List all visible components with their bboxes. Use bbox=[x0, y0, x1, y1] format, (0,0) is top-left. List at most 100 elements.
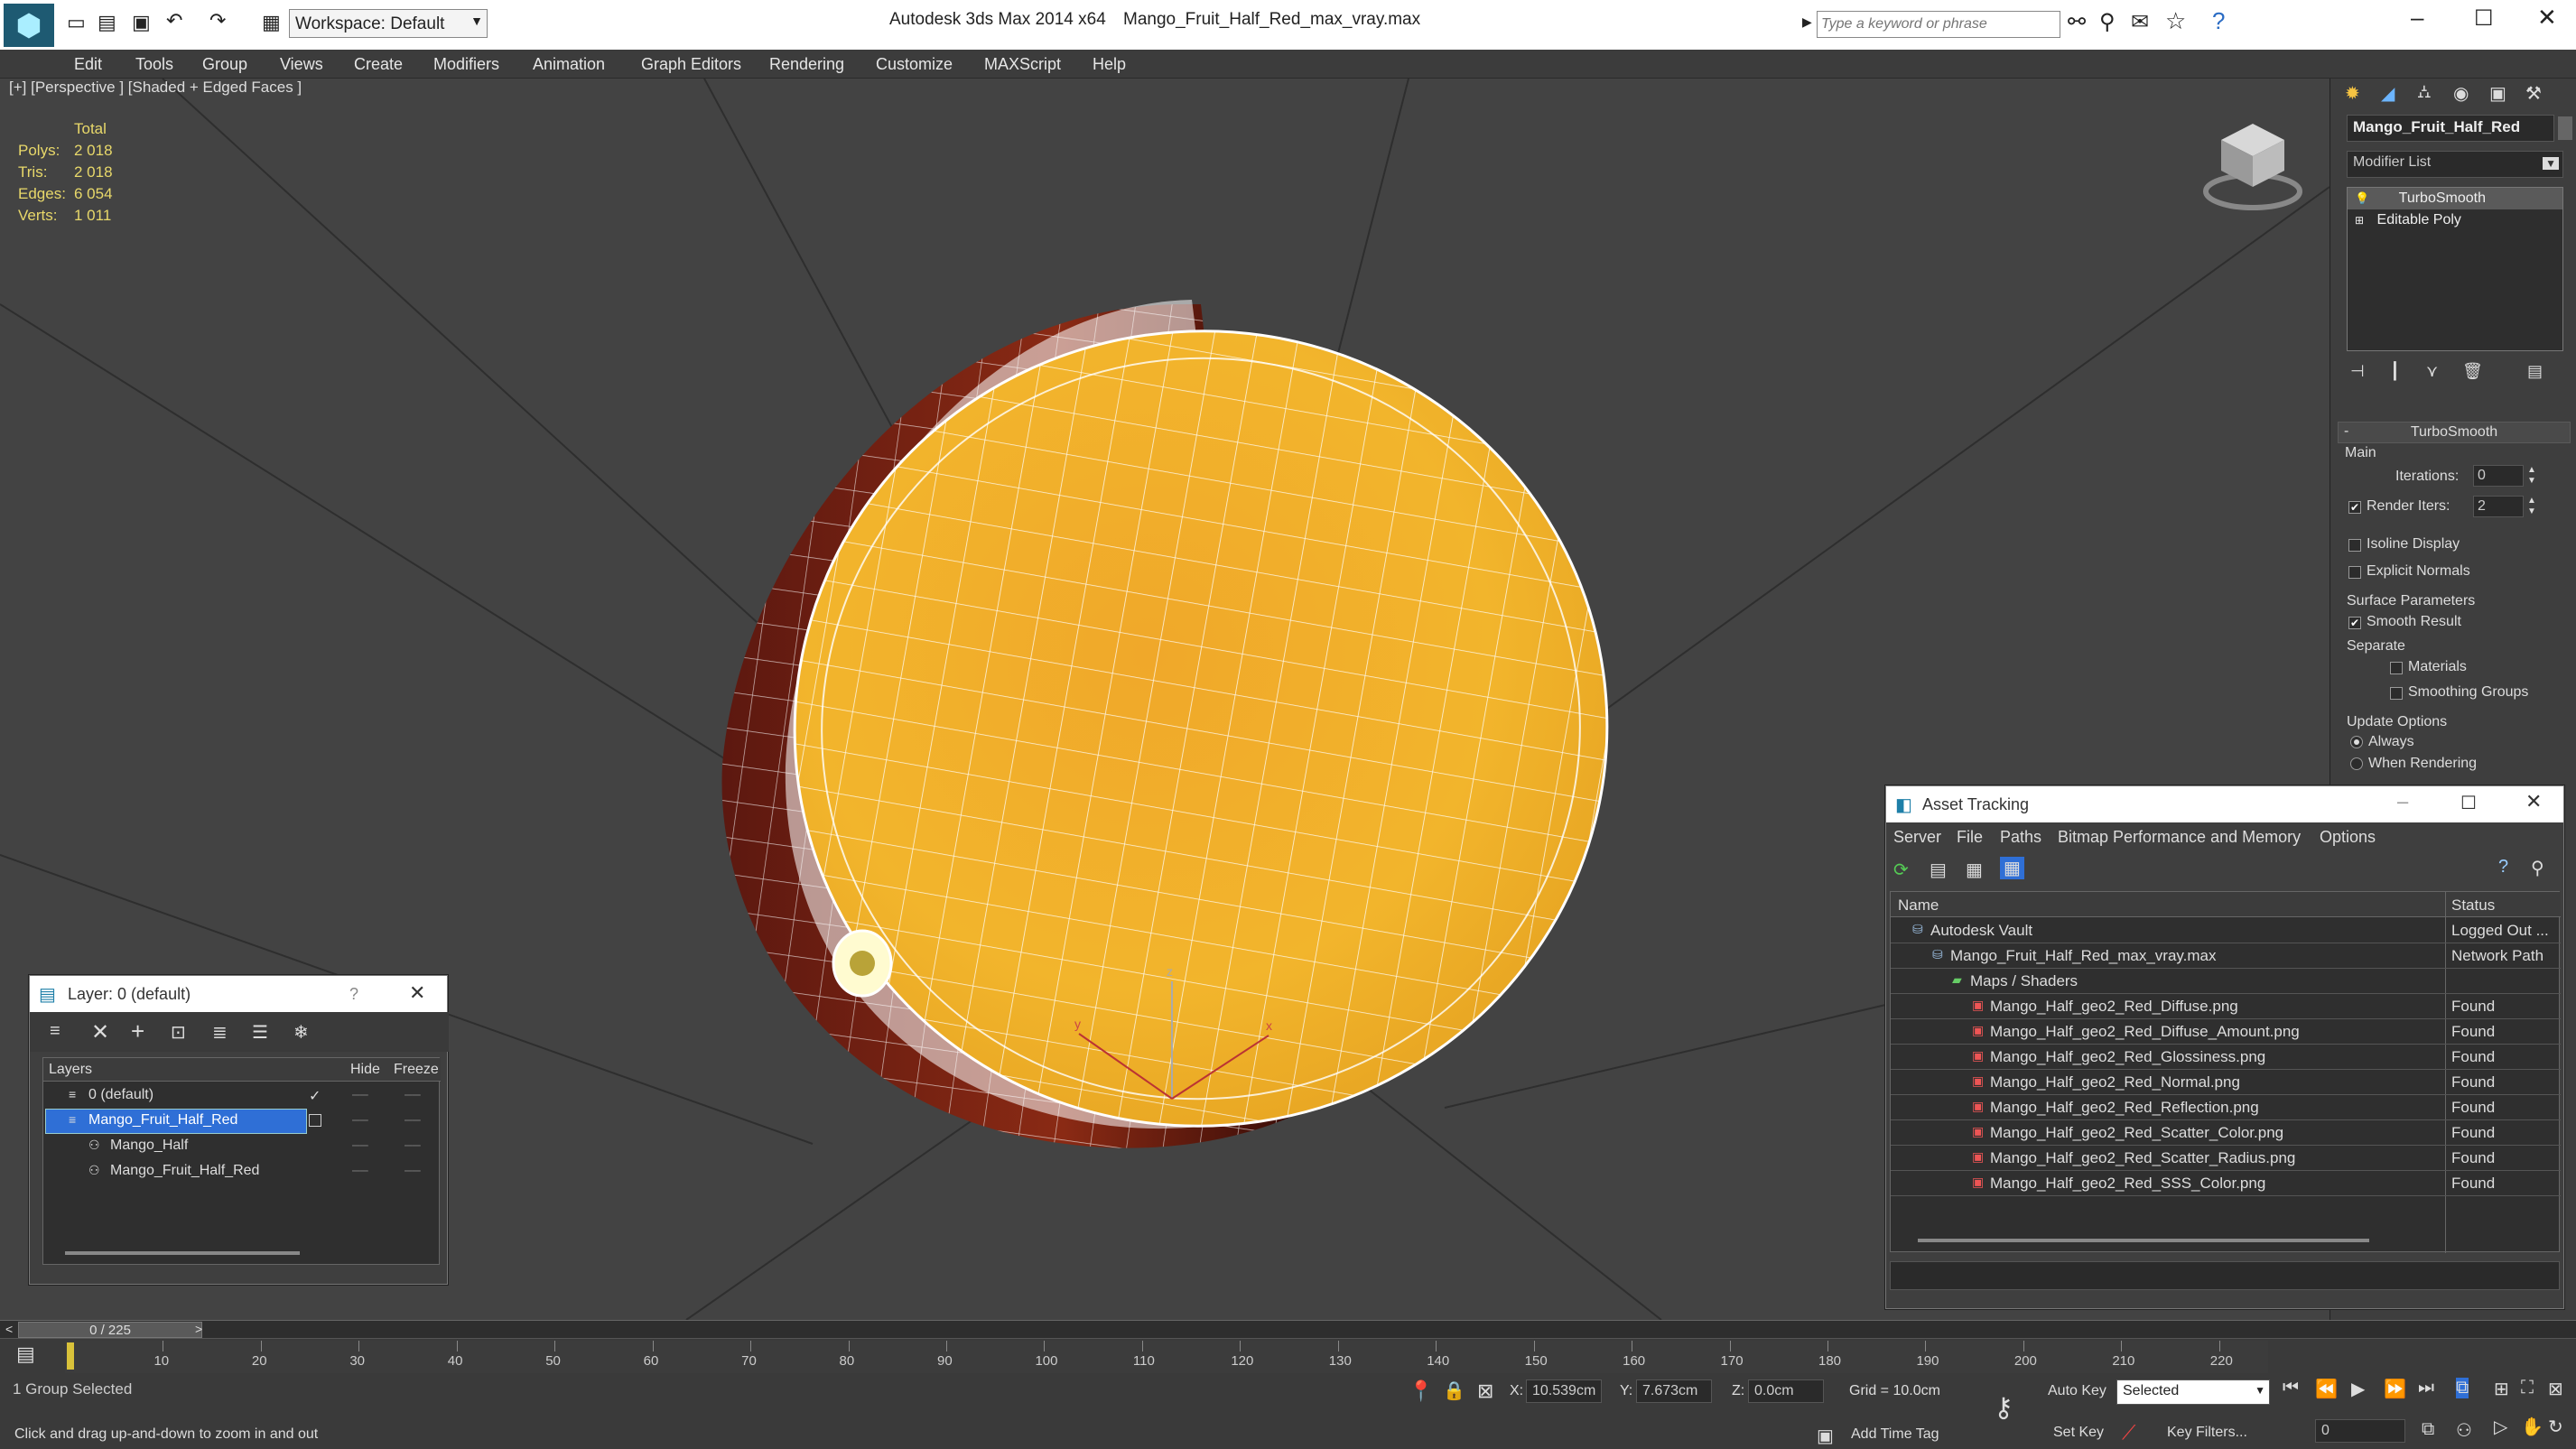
go-to-start-icon[interactable]: ⏮ bbox=[2283, 1378, 2299, 1398]
undo-icon[interactable]: ↶ bbox=[166, 9, 182, 33]
menu-animation[interactable]: Animation bbox=[533, 55, 605, 74]
project-icon[interactable]: ▦ bbox=[262, 11, 281, 34]
z-coordinate-field[interactable]: 0.0cm bbox=[1748, 1379, 1824, 1403]
show-end-result-icon[interactable]: ┃ bbox=[2390, 362, 2400, 381]
freeze-toggle[interactable]: –– bbox=[405, 1163, 421, 1179]
asset-row[interactable]: ▣ Mango_Half_geo2_Red_Normal.png Found bbox=[1891, 1070, 2561, 1095]
menu-views[interactable]: Views bbox=[280, 55, 323, 74]
render-iters-checkbox[interactable]: ✔ bbox=[2348, 501, 2361, 514]
delete-layer-icon[interactable]: ✕ bbox=[91, 1019, 109, 1045]
configure-sets-icon[interactable]: ▤ bbox=[2527, 362, 2543, 381]
key-mode-icon[interactable]: ⧉ bbox=[2456, 1378, 2469, 1398]
auto-key-button[interactable]: Auto Key bbox=[2048, 1383, 2106, 1399]
search-input[interactable] bbox=[1817, 11, 2060, 38]
col-hide[interactable]: Hide bbox=[350, 1062, 380, 1078]
asset-menu-file[interactable]: File bbox=[1957, 828, 1983, 847]
walk-through-icon[interactable]: ⚇ bbox=[2456, 1419, 2472, 1442]
current-layer-checkbox[interactable] bbox=[309, 1114, 321, 1127]
minimize-icon[interactable]: – bbox=[2411, 4, 2423, 32]
smoothing-groups-checkbox[interactable] bbox=[2390, 687, 2403, 700]
hierarchy-tab-icon[interactable]: ⛼ bbox=[2417, 82, 2432, 105]
play-icon[interactable]: ▶ bbox=[2351, 1378, 2365, 1400]
menu-customize[interactable]: Customize bbox=[876, 55, 953, 74]
isolate-icon[interactable]: 📍 bbox=[1409, 1379, 1433, 1403]
asset-row[interactable]: ▰ Maps / Shaders bbox=[1891, 969, 2561, 994]
set-key-button[interactable]: Set Key bbox=[2053, 1425, 2104, 1441]
absolute-mode-icon[interactable]: ⊠ bbox=[1477, 1379, 1493, 1403]
menu-help[interactable]: Help bbox=[1093, 55, 1126, 74]
col-layers[interactable]: Layers bbox=[49, 1062, 92, 1078]
expand-icon[interactable]: ⊞ bbox=[2355, 214, 2364, 227]
add-time-tag-button[interactable]: Add Time Tag bbox=[1851, 1426, 1939, 1443]
rollout-header[interactable]: - TurboSmooth bbox=[2338, 422, 2571, 443]
menu-modifiers[interactable]: Modifiers bbox=[433, 55, 499, 74]
help-icon[interactable]: ? bbox=[2498, 857, 2508, 878]
y-coordinate-field[interactable]: 7.673cm bbox=[1636, 1379, 1712, 1403]
prev-key-icon[interactable]: ⏪ bbox=[2315, 1378, 2338, 1400]
modifier-list-dropdown[interactable]: Modifier List ▼ bbox=[2347, 151, 2563, 178]
zoom-icon[interactable]: ⊞ bbox=[2494, 1378, 2509, 1400]
time-ruler[interactable]: 10 20 30 40 50 60 70 80 90 100 110 120 130 140 150 160 1… bbox=[65, 1341, 2268, 1373]
viewcube-icon[interactable] bbox=[2199, 115, 2307, 214]
asset-row[interactable]: ⛁ Mango_Fruit_Half_Red_max_vray.max Networ… bbox=[1891, 943, 2561, 969]
freeze-toggle[interactable]: –– bbox=[405, 1112, 421, 1129]
refresh-icon[interactable]: ⟳ bbox=[1893, 859, 1909, 881]
make-unique-icon[interactable]: ⋎ bbox=[2426, 362, 2438, 381]
stack-item-editable-poly[interactable]: ⊞ Editable Poly bbox=[2348, 209, 2562, 231]
when-rendering-radio[interactable] bbox=[2350, 757, 2363, 770]
favorites-icon[interactable]: ☆ bbox=[2165, 7, 2186, 35]
menu-graph-editors[interactable]: Graph Editors bbox=[641, 55, 741, 74]
current-frame-field[interactable]: 0 bbox=[2315, 1419, 2405, 1443]
asset-row[interactable]: ▣ Mango_Half_geo2_Red_Glossiness.png Found bbox=[1891, 1045, 2561, 1070]
redo-icon[interactable]: ↷ bbox=[209, 9, 226, 33]
pin-icon[interactable]: ⚲ bbox=[2531, 857, 2544, 879]
current-layer-icon[interactable]: ✓ bbox=[309, 1087, 321, 1105]
time-slider-thumb[interactable]: 0 / 225 bbox=[18, 1322, 202, 1338]
workspace-dropdown[interactable]: Workspace: Default ▼ bbox=[289, 9, 488, 38]
asset-row[interactable]: ▣ Mango_Half_geo2_Red_Scatter_Radius.png F… bbox=[1891, 1146, 2561, 1171]
maximize-icon[interactable]: ☐ bbox=[2474, 5, 2494, 32]
utilities-tab-icon[interactable]: ⚒ bbox=[2525, 82, 2542, 105]
next-key-icon[interactable]: ⏩ bbox=[2384, 1378, 2406, 1400]
asset-row[interactable]: ▣ Mango_Half_geo2_Red_SSS_Color.png Found bbox=[1891, 1171, 2561, 1196]
asset-row[interactable]: ▣ Mango_Half_geo2_Red_Scatter_Color.png Fo… bbox=[1891, 1120, 2561, 1146]
viewport-label[interactable]: [+] [Perspective ] [Shaded + Edged Faces… bbox=[9, 79, 302, 97]
asset-menu-paths[interactable]: Paths bbox=[2000, 828, 2041, 847]
add-to-layer-icon[interactable]: + bbox=[131, 1017, 144, 1045]
hide-toggle[interactable]: –– bbox=[352, 1163, 368, 1179]
materials-checkbox[interactable] bbox=[2390, 662, 2403, 674]
minimize-icon[interactable]: – bbox=[2397, 790, 2408, 813]
menu-maxscript[interactable]: MAXScript bbox=[984, 55, 1061, 74]
create-tab-icon[interactable]: ✹ bbox=[2345, 82, 2360, 105]
asset-row[interactable]: ⛁ Autodesk Vault Logged Out ... bbox=[1891, 918, 2561, 943]
layer-help-button[interactable]: ? bbox=[349, 985, 358, 1004]
zoom-all-icon[interactable]: ⊠ bbox=[2548, 1378, 2563, 1400]
set-key-icon[interactable]: ⟋ bbox=[2122, 1421, 2135, 1444]
save-icon[interactable]: ▣ bbox=[132, 11, 151, 34]
object-color-swatch[interactable] bbox=[2558, 116, 2572, 140]
explicit-normals-checkbox[interactable] bbox=[2348, 566, 2361, 579]
open-icon[interactable]: ▤ bbox=[98, 11, 116, 34]
go-to-end-icon[interactable]: ⏭ bbox=[2418, 1378, 2434, 1398]
mini-curve-icon[interactable]: ▤ bbox=[16, 1342, 35, 1366]
lock-icon[interactable]: 🔒 bbox=[1443, 1379, 1465, 1402]
col-name[interactable]: Name bbox=[1898, 896, 1939, 915]
highlight-layer-icon[interactable]: ≣ bbox=[212, 1021, 228, 1044]
layer-row[interactable]: ⚇ Mango_Half –– –– bbox=[43, 1134, 441, 1159]
asset-menu-bitmap[interactable]: Bitmap Performance and Memory bbox=[2058, 828, 2301, 847]
menu-rendering[interactable]: Rendering bbox=[769, 55, 844, 74]
search-arrow-icon[interactable]: ▶ bbox=[1802, 14, 1812, 30]
hide-toggle[interactable]: –– bbox=[352, 1087, 368, 1103]
spinner-arrows-icon[interactable]: ▲ ▼ bbox=[2527, 465, 2536, 487]
remove-modifier-icon[interactable]: 🗑 bbox=[2462, 362, 2483, 381]
asset-path-field[interactable] bbox=[1890, 1261, 2560, 1290]
freeze-all-icon[interactable]: ❄ bbox=[293, 1021, 309, 1044]
freeze-toggle[interactable]: –– bbox=[405, 1087, 421, 1103]
isoline-checkbox[interactable] bbox=[2348, 539, 2361, 552]
layer-row[interactable]: ≡ Mango_Fruit_Half_Red –– –– bbox=[43, 1109, 441, 1134]
asset-menu-options[interactable]: Options bbox=[2320, 828, 2376, 847]
asset-scrollbar[interactable] bbox=[1918, 1239, 2369, 1242]
freeze-toggle[interactable]: –– bbox=[405, 1138, 421, 1154]
layer-scrollbar[interactable] bbox=[65, 1251, 300, 1255]
motion-tab-icon[interactable]: ◉ bbox=[2453, 82, 2469, 105]
